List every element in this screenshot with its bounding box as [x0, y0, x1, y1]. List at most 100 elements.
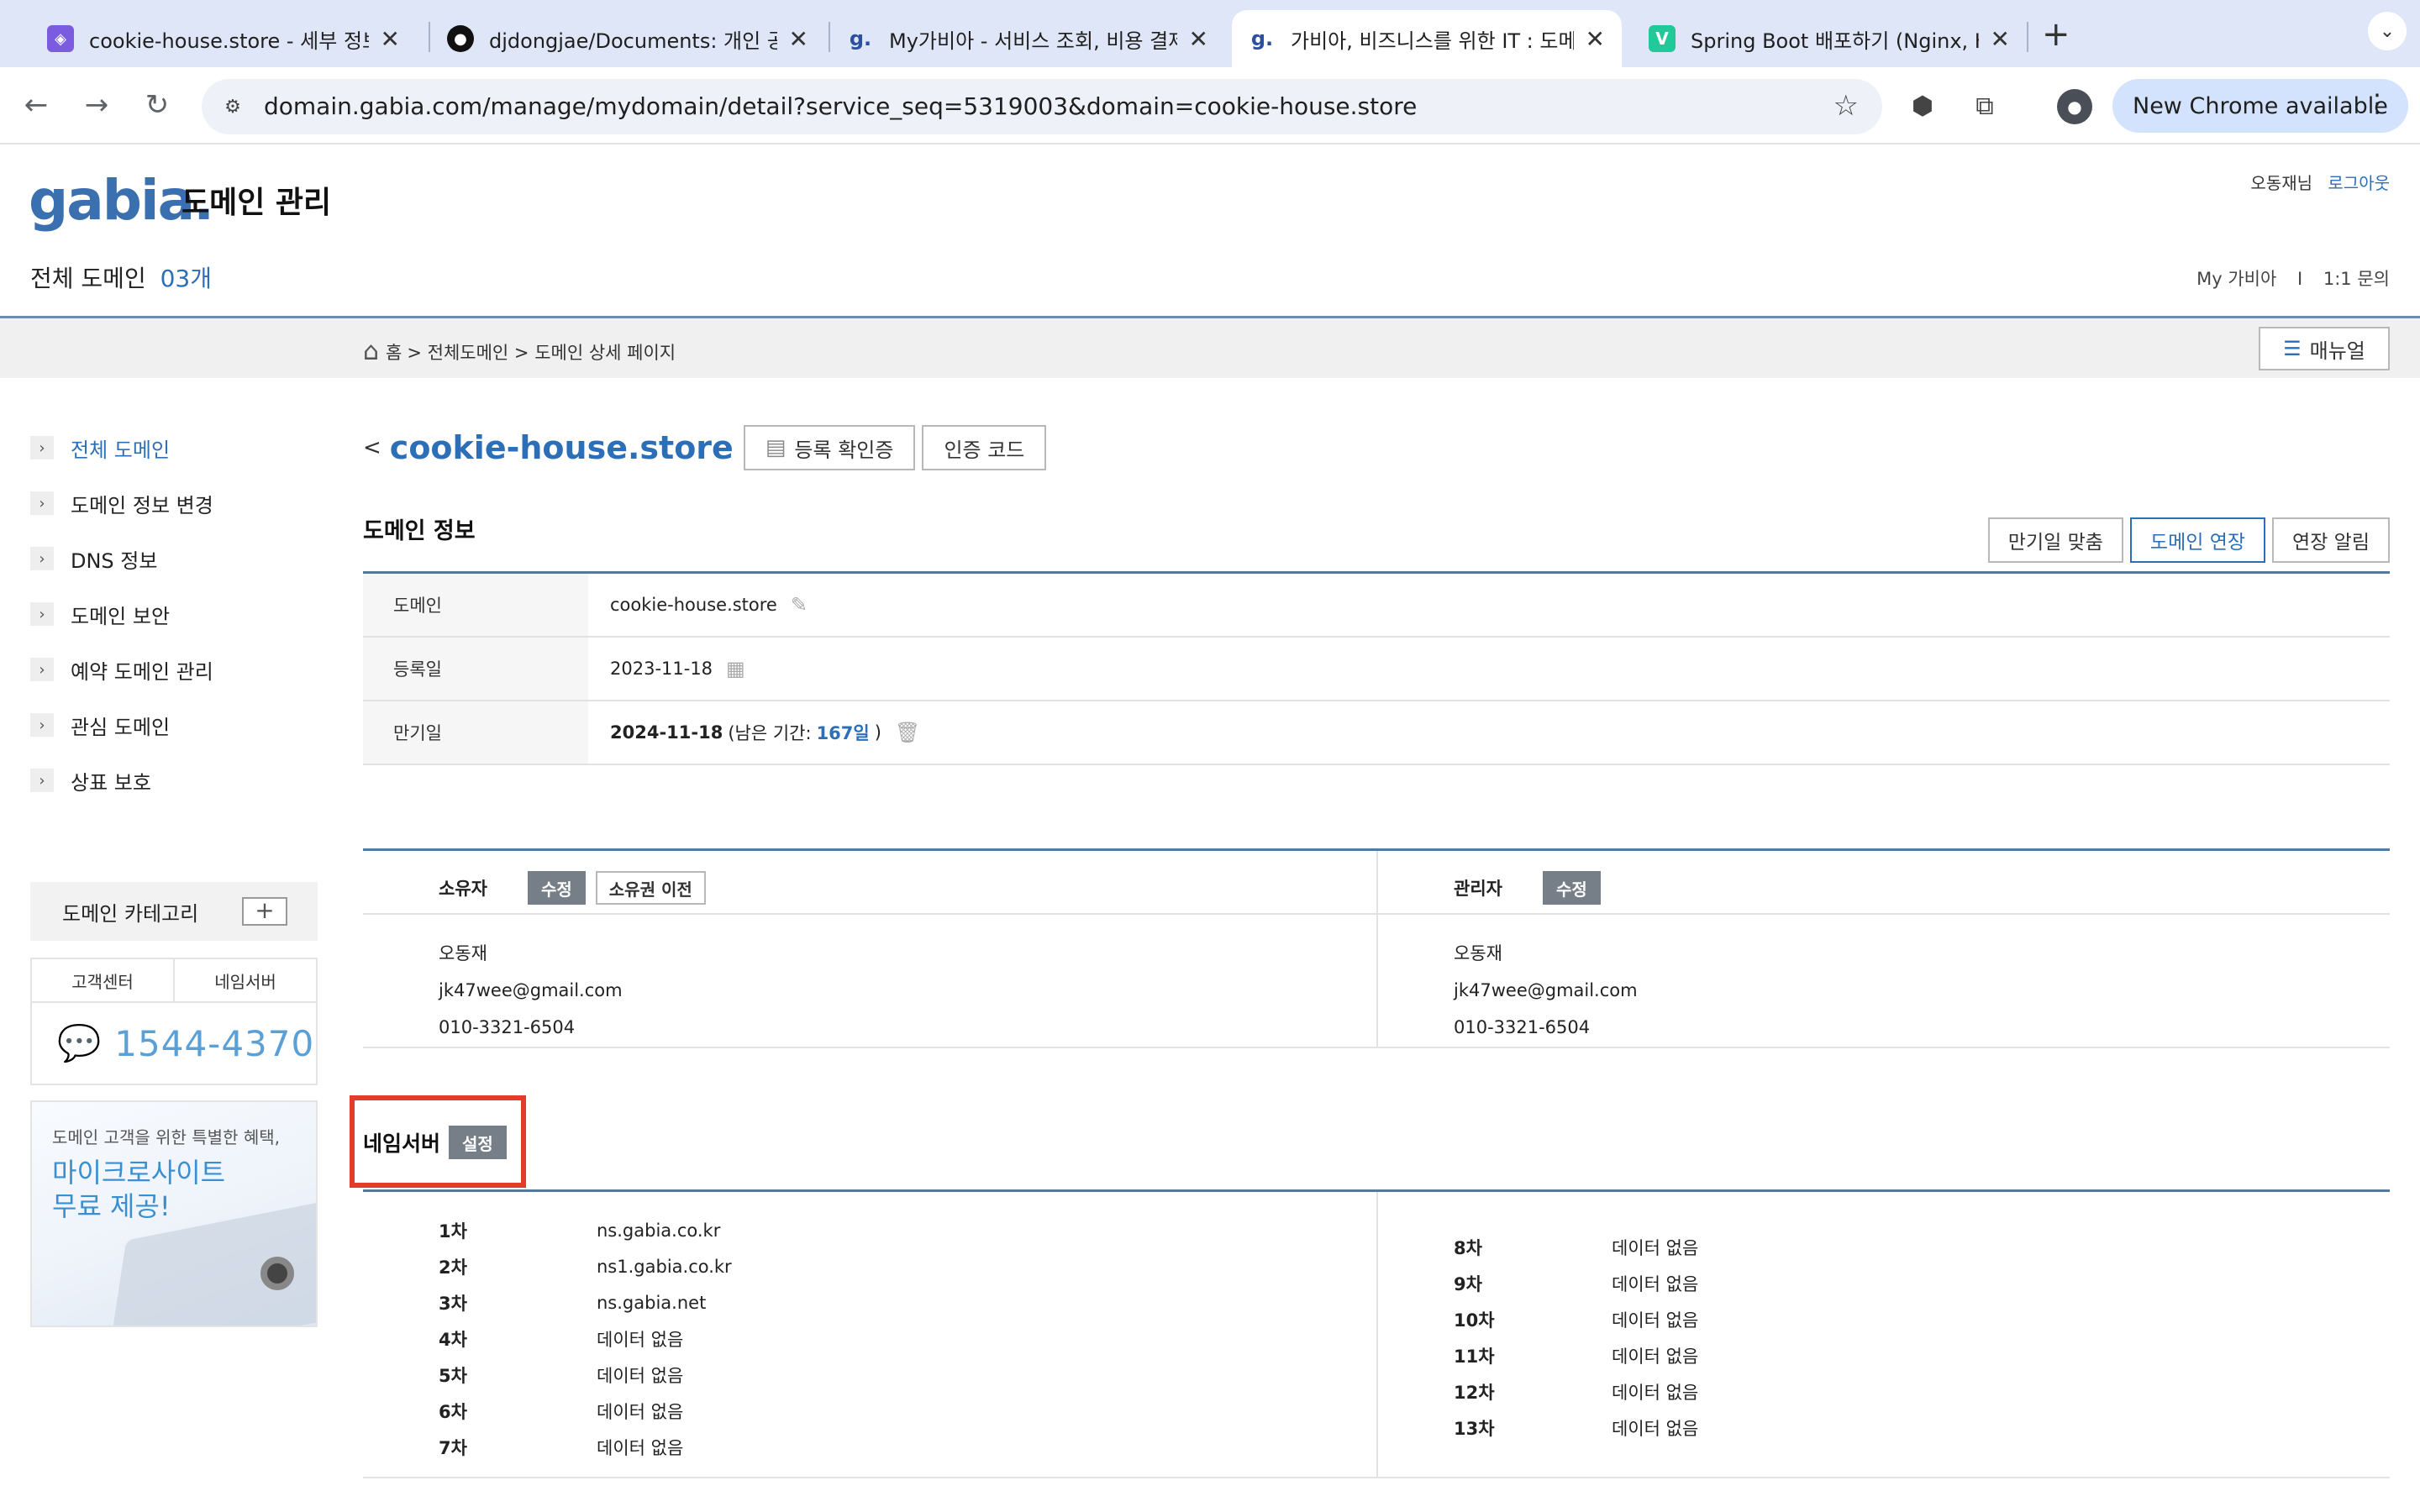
browser-tab-1[interactable]: ◈ cookie-house.store - 세부 정보 ✕	[30, 10, 417, 67]
forward-button[interactable]: →	[77, 86, 116, 124]
close-icon[interactable]: ✕	[381, 25, 400, 53]
total-domain-count[interactable]: 03개	[160, 265, 212, 292]
nameserver-row: 11차 데이터 없음	[1378, 1337, 2390, 1373]
ns-order: 7차	[439, 1437, 467, 1458]
sidebar-item-reserved-domains[interactable]: › 예약 도메인 관리	[30, 642, 316, 697]
auth-code-button[interactable]: 인증 코드	[922, 425, 1047, 470]
owner-header: 소유자 수정 소유권 이전	[439, 871, 706, 905]
new-tab-button[interactable]: +	[2042, 15, 2070, 54]
pencil-edit-icon[interactable]: ✎	[791, 593, 808, 617]
sidebar-item-trademark[interactable]: › 상표 보호	[30, 753, 316, 808]
link-divider: I	[2296, 269, 2303, 289]
admin-header: 관리자 수정	[1454, 871, 1611, 905]
breadcrumb-path[interactable]: > 전체도메인 > 도메인 상세 페이지	[407, 339, 676, 365]
expiry-date: 2024-11-18	[610, 722, 723, 743]
browser-toolbar: ← → ↻ ⚙ domain.gabia.com/manage/mydomain…	[0, 67, 2420, 144]
tab-title: Spring Boot 배포하기 (Nginx, H	[1691, 29, 1979, 53]
more-menu-icon[interactable]: ⋮	[2365, 89, 2390, 118]
certificate-icon: ▤	[765, 435, 786, 460]
promo-title-line: 마이크로사이트	[52, 1157, 226, 1189]
service-title: 도메인 관리	[182, 186, 332, 220]
extension-hex-icon[interactable]: ⬢	[1902, 86, 1943, 126]
inquiry-link[interactable]: 1:1 문의	[2323, 269, 2390, 289]
bookmark-star-icon[interactable]: ☆	[1833, 89, 1859, 123]
admin-details: 오동재 jk47wee@gmail.com 010-3321-6504	[1454, 935, 1638, 1046]
tab-nameserver[interactable]: 네임서버	[175, 959, 316, 1001]
chevron-right-icon: ›	[30, 658, 54, 681]
profile-avatar[interactable]: ●	[2057, 89, 2092, 124]
disc-icon	[260, 1257, 294, 1290]
extensions-puzzle-icon[interactable]: ⧉	[1965, 86, 2005, 126]
browser-tab-3[interactable]: g. My가비아 - 서비스 조회, 비용 결제 ✕	[830, 10, 1225, 67]
back-button[interactable]: ←	[17, 86, 55, 124]
close-icon[interactable]: ✕	[1189, 25, 1208, 53]
tab-title: djdongjae/Documents: 개인 공	[489, 29, 777, 53]
new-chrome-available-button[interactable]: New Chrome available ⋮	[2112, 79, 2408, 133]
sidebar-item-watched-domains[interactable]: › 관심 도메인	[30, 697, 316, 753]
total-domain-summary: 전체 도메인 03개	[30, 260, 212, 294]
ns-value: 데이터 없음	[597, 1329, 684, 1350]
home-icon[interactable]: ⌂	[363, 337, 379, 366]
url-text[interactable]: domain.gabia.com/manage/mydomain/detail?…	[264, 92, 1417, 120]
match-expiry-button[interactable]: 만기일 맞춤	[1987, 517, 2123, 563]
admin-edit-button[interactable]: 수정	[1542, 871, 1601, 905]
back-link[interactable]: <	[363, 435, 381, 460]
tab-title: My가비아 - 서비스 조회, 비용 결제	[889, 29, 1177, 53]
sidebar-item-domain-security[interactable]: › 도메인 보안	[30, 586, 316, 642]
domain-info-table: 도메인 cookie-house.store ✎ 등록일 2023-11-18 …	[363, 571, 2390, 765]
add-category-button[interactable]: +	[242, 897, 287, 926]
sidebar-item-dns[interactable]: › DNS 정보	[30, 531, 316, 586]
new-chrome-label: New Chrome available	[2133, 92, 2388, 119]
browser-tab-5[interactable]: V Spring Boot 배포하기 (Nginx, H ✕	[1632, 10, 2027, 67]
ns-value: 데이터 없음	[1612, 1382, 1699, 1403]
domain-value: cookie-house.store	[610, 595, 777, 615]
ns-value: 데이터 없음	[1612, 1273, 1699, 1294]
nameserver-setting-button[interactable]: 설정	[449, 1126, 507, 1159]
sidebar-item-label: 도메인 정보 변경	[71, 493, 213, 517]
chevron-right-icon: ›	[30, 602, 54, 626]
ownership-transfer-button[interactable]: 소유권 이전	[595, 871, 706, 905]
nameserver-row: 4차 데이터 없음	[363, 1320, 1376, 1357]
reload-button[interactable]: ↻	[138, 86, 176, 124]
close-icon[interactable]: ✕	[789, 25, 808, 53]
renew-alert-button[interactable]: 연장 알림	[2272, 517, 2390, 563]
close-icon[interactable]: ✕	[1991, 25, 2010, 53]
nameserver-row: 12차 데이터 없음	[1378, 1373, 2390, 1410]
site-info-icon[interactable]: ⚙	[215, 89, 250, 124]
my-gabia-link[interactable]: My 가비아	[2196, 269, 2276, 289]
ns-order: 1차	[439, 1221, 467, 1242]
nameserver-row: 5차 데이터 없음	[363, 1357, 1376, 1393]
breadcrumb-bar: ⌂ 홈 > 전체도메인 > 도메인 상세 페이지 ☰ 매뉴얼	[0, 316, 2420, 378]
sidebar-item-domain-info-change[interactable]: › 도메인 정보 변경	[30, 475, 316, 531]
sidebar-item-all-domains[interactable]: › 전체 도메인	[30, 420, 316, 475]
registration-certificate-button[interactable]: ▤ 등록 확인증	[743, 425, 916, 470]
microsite-promo-banner[interactable]: 도메인 고객을 위한 특별한 혜택, 마이크로사이트 무료 제공!	[30, 1100, 318, 1327]
manual-button[interactable]: ☰ 매뉴얼	[2259, 327, 2390, 370]
address-bar[interactable]: ⚙ domain.gabia.com/manage/mydomain/detai…	[202, 79, 1882, 134]
sidebar-item-label: 예약 도메인 관리	[71, 659, 213, 684]
sidebar-item-label: 전체 도메인	[71, 438, 171, 462]
close-icon[interactable]: ✕	[1586, 25, 1605, 53]
ns-order: 13차	[1454, 1418, 1495, 1439]
nameserver-row: 8차 데이터 없음	[1378, 1229, 2390, 1265]
browser-tab-2[interactable]: ● djdongjae/Documents: 개인 공 ✕	[430, 10, 825, 67]
calendar-icon[interactable]: ▦	[726, 657, 745, 680]
chevron-right-icon: ›	[30, 491, 54, 515]
chevron-down-icon: ⌄	[2379, 20, 2396, 42]
tab-customer-center[interactable]: 고객센터	[32, 959, 175, 1001]
breadcrumb-home[interactable]: 홈	[386, 339, 402, 365]
arrow-left-icon: ←	[24, 88, 49, 122]
renew-domain-button[interactable]: 도메인 연장	[2129, 517, 2266, 563]
tab-list-button[interactable]: ⌄	[2368, 12, 2407, 50]
owner-edit-button[interactable]: 수정	[527, 871, 586, 905]
tab-title: cookie-house.store - 세부 정보	[89, 29, 369, 53]
trash-icon[interactable]: 🗑	[895, 721, 920, 744]
info-row-domain: 도메인 cookie-house.store ✎	[363, 574, 2390, 638]
chevron-right-icon: ›	[30, 713, 54, 737]
purple-badge-icon: ◈	[47, 25, 74, 52]
tab-separator	[2027, 22, 2028, 52]
browser-tab-4-active[interactable]: g. 가비아, 비즈니스를 위한 IT : 도메인 ✕	[1232, 10, 1622, 67]
logout-link[interactable]: 로그아웃	[2328, 173, 2390, 193]
nameserver-heading-row: 네임서버 설정	[363, 1126, 517, 1159]
ns-value: 데이터 없음	[597, 1437, 684, 1458]
